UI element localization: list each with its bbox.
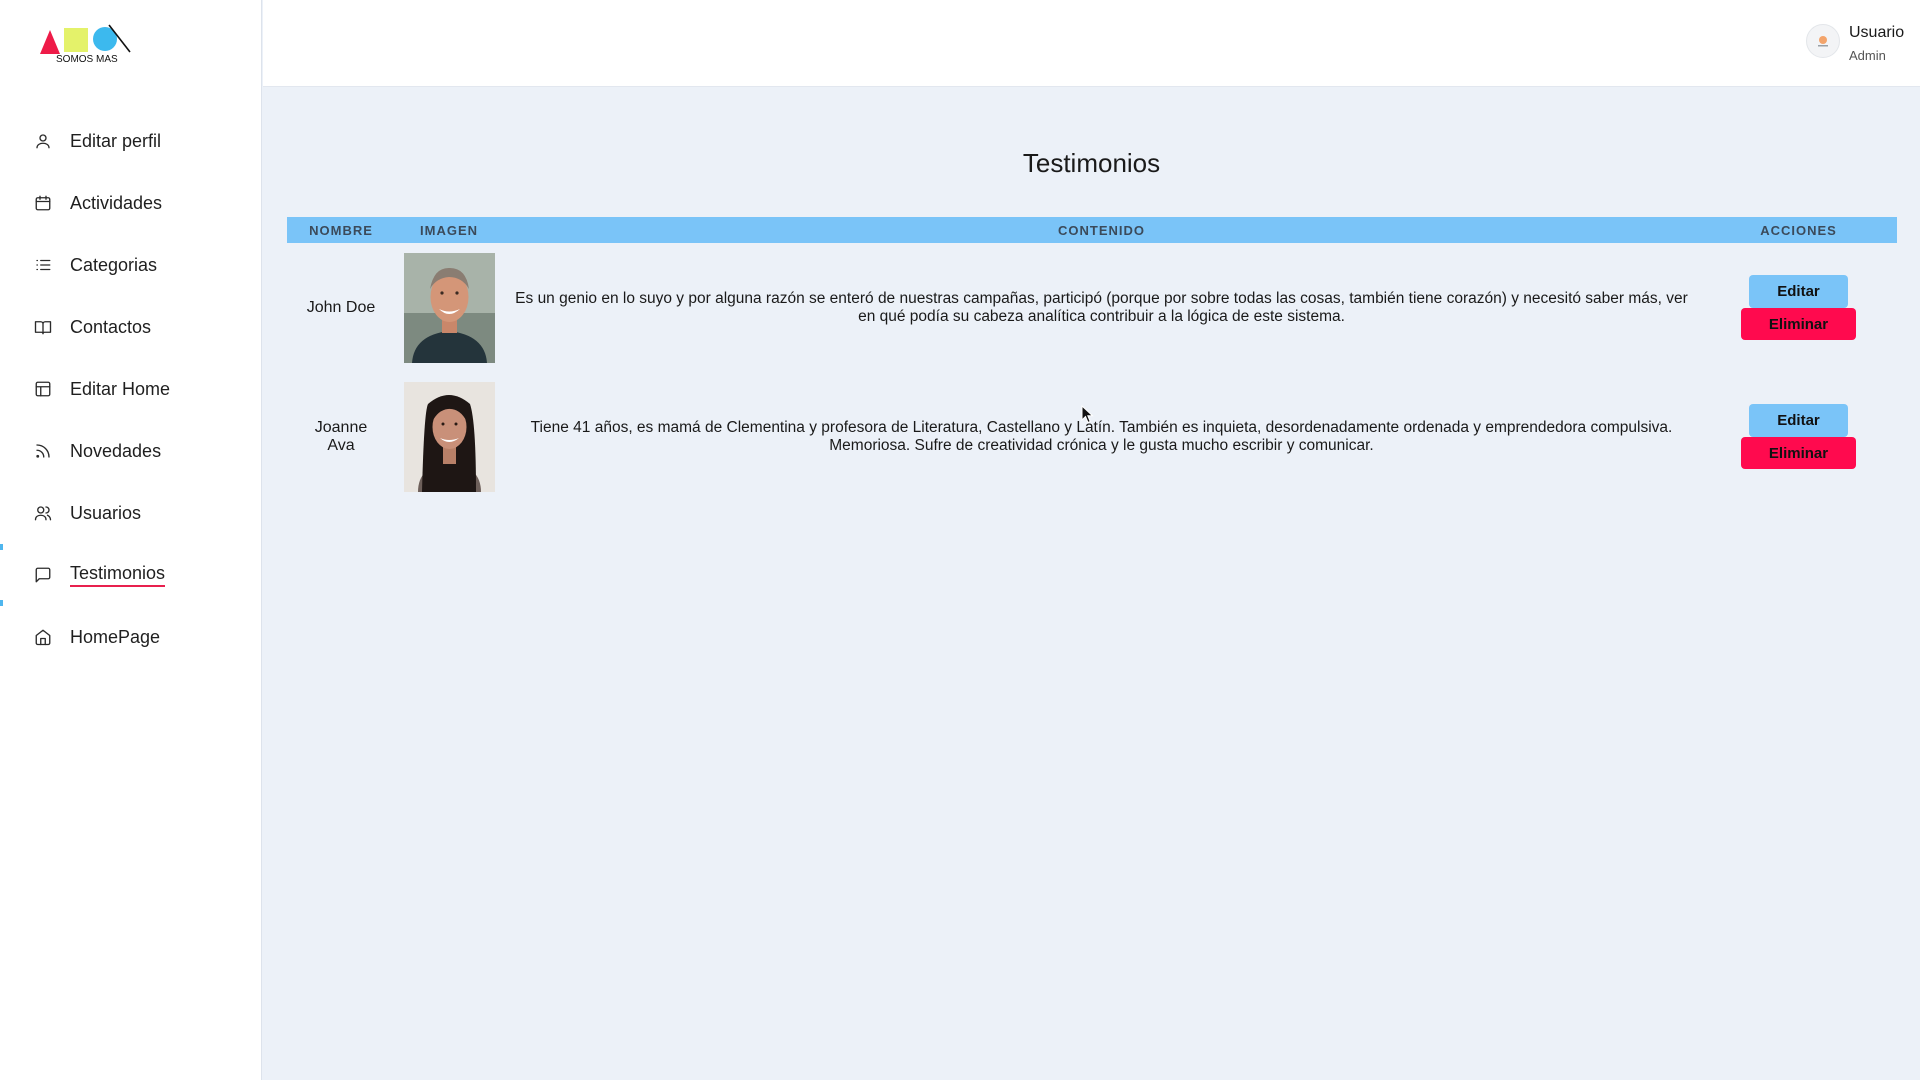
column-header-nombre: NOMBRE bbox=[309, 222, 373, 238]
sidebar-item-label: Testimonios bbox=[70, 563, 166, 587]
sidebar-item-label: Usuarios bbox=[70, 502, 142, 523]
mouse-cursor-icon bbox=[1081, 405, 1094, 424]
calendar-icon bbox=[34, 194, 52, 212]
sidebar-item-homepage[interactable]: HomePage bbox=[0, 606, 262, 668]
sidebar-item-categorias[interactable]: Categorias bbox=[0, 234, 262, 296]
testimonial-image-cell bbox=[395, 252, 503, 363]
user-avatar[interactable] bbox=[1806, 24, 1840, 58]
sidebar-item-label: Editar perfil bbox=[70, 130, 162, 151]
column-header-imagen: IMAGEN bbox=[420, 222, 478, 238]
sidebar-item-label: Contactos bbox=[70, 316, 152, 337]
message-icon bbox=[34, 566, 52, 584]
top-bar bbox=[263, 0, 1920, 87]
svg-text:SOMOS MAS: SOMOS MAS bbox=[56, 54, 118, 65]
sidebar-item-testimonios[interactable]: Testimonios bbox=[0, 544, 262, 606]
delete-button[interactable]: Eliminar bbox=[1741, 308, 1856, 340]
sidebar-item-label: Editar Home bbox=[70, 378, 171, 399]
row-actions: Editar Eliminar bbox=[1700, 404, 1897, 469]
sidebar-item-label: Actividades bbox=[70, 192, 163, 213]
sidebar: SOMOS MAS Editar perfil Actividades Cate… bbox=[0, 0, 262, 1080]
column-header-contenido: CONTENIDO bbox=[1058, 222, 1145, 238]
sidebar-item-contactos[interactable]: Contactos bbox=[0, 296, 262, 358]
column-header-acciones: ACCIONES bbox=[1760, 222, 1837, 238]
user-icon bbox=[34, 132, 52, 150]
layout-icon bbox=[34, 380, 52, 398]
somos-mas-logo[interactable]: SOMOS MAS bbox=[38, 22, 133, 66]
sidebar-item-label: Categorias bbox=[70, 254, 158, 275]
sidebar-item-label: Novedades bbox=[70, 440, 162, 461]
table-row: Joanne Ava Tiene 41 años, es mamá de Cle… bbox=[287, 372, 1897, 501]
sidebar-item-editar-perfil[interactable]: Editar perfil bbox=[0, 110, 262, 172]
testimonial-name: Joanne Ava bbox=[314, 418, 368, 454]
testimonial-photo bbox=[403, 252, 495, 363]
home-icon bbox=[34, 628, 52, 646]
delete-button[interactable]: Eliminar bbox=[1741, 437, 1856, 469]
user-role: Admin bbox=[1849, 48, 1886, 63]
testimonial-name: John Doe bbox=[306, 298, 376, 316]
list-icon bbox=[34, 256, 52, 274]
sidebar-item-editar-home[interactable]: Editar Home bbox=[0, 358, 262, 420]
active-marker-top bbox=[0, 544, 3, 550]
sidebar-item-actividades[interactable]: Actividades bbox=[0, 172, 262, 234]
testimonial-content: Tiene 41 años, es mamá de Clementina y p… bbox=[530, 418, 1673, 454]
testimonials-table: NOMBRE IMAGEN CONTENIDO ACCIONES John Do… bbox=[287, 217, 1897, 501]
users-icon bbox=[34, 504, 52, 522]
edit-button[interactable]: Editar bbox=[1749, 275, 1848, 308]
row-actions: Editar Eliminar bbox=[1700, 275, 1897, 340]
user-name: Usuario bbox=[1849, 24, 1905, 41]
rss-icon bbox=[34, 442, 52, 460]
testimonial-image-cell bbox=[395, 381, 503, 492]
sidebar-item-label: HomePage bbox=[70, 626, 161, 647]
sidebar-nav: Editar perfil Actividades Categorias Con… bbox=[0, 110, 262, 668]
testimonial-photo bbox=[403, 381, 495, 492]
table-row: John Doe Es un genio en lo suyo y por al… bbox=[287, 243, 1897, 372]
table-header: NOMBRE IMAGEN CONTENIDO ACCIONES bbox=[287, 217, 1897, 243]
testimonial-content: Es un genio en lo suyo y por alguna razó… bbox=[515, 289, 1688, 325]
page-title: Testimonios bbox=[1022, 148, 1161, 178]
sidebar-item-novedades[interactable]: Novedades bbox=[0, 420, 262, 482]
book-icon bbox=[34, 318, 52, 336]
avatar-logo-icon bbox=[1818, 36, 1828, 47]
sidebar-item-usuarios[interactable]: Usuarios bbox=[0, 482, 262, 544]
edit-button[interactable]: Editar bbox=[1749, 404, 1848, 437]
